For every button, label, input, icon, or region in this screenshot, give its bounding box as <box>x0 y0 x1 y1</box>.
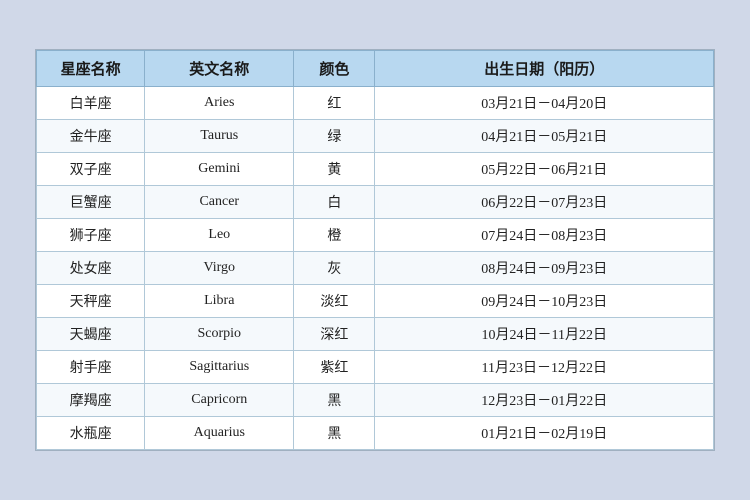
cell-color: 白 <box>294 186 375 219</box>
cell-date: 11月23日－12月22日 <box>375 351 714 384</box>
cell-color: 绿 <box>294 120 375 153</box>
cell-zh-name: 水瓶座 <box>37 417 145 450</box>
cell-color: 深红 <box>294 318 375 351</box>
cell-en-name: Libra <box>145 285 294 318</box>
cell-zh-name: 白羊座 <box>37 87 145 120</box>
cell-color: 黄 <box>294 153 375 186</box>
header-color: 颜色 <box>294 51 375 87</box>
table-row: 水瓶座Aquarius黑01月21日－02月19日 <box>37 417 714 450</box>
cell-en-name: Virgo <box>145 252 294 285</box>
cell-zh-name: 摩羯座 <box>37 384 145 417</box>
cell-date: 09月24日－10月23日 <box>375 285 714 318</box>
cell-zh-name: 金牛座 <box>37 120 145 153</box>
cell-date: 08月24日－09月23日 <box>375 252 714 285</box>
table-row: 天秤座Libra淡红09月24日－10月23日 <box>37 285 714 318</box>
cell-en-name: Aquarius <box>145 417 294 450</box>
cell-en-name: Capricorn <box>145 384 294 417</box>
cell-color: 红 <box>294 87 375 120</box>
cell-en-name: Sagittarius <box>145 351 294 384</box>
table-row: 巨蟹座Cancer白06月22日－07月23日 <box>37 186 714 219</box>
cell-date: 12月23日－01月22日 <box>375 384 714 417</box>
header-date: 出生日期（阳历） <box>375 51 714 87</box>
table-row: 狮子座Leo橙07月24日－08月23日 <box>37 219 714 252</box>
cell-zh-name: 天蝎座 <box>37 318 145 351</box>
table-row: 白羊座Aries红03月21日－04月20日 <box>37 87 714 120</box>
table-header-row: 星座名称 英文名称 颜色 出生日期（阳历） <box>37 51 714 87</box>
table-row: 摩羯座Capricorn黑12月23日－01月22日 <box>37 384 714 417</box>
cell-zh-name: 双子座 <box>37 153 145 186</box>
cell-date: 01月21日－02月19日 <box>375 417 714 450</box>
cell-zh-name: 处女座 <box>37 252 145 285</box>
cell-en-name: Scorpio <box>145 318 294 351</box>
cell-date: 03月21日－04月20日 <box>375 87 714 120</box>
table-row: 双子座Gemini黄05月22日－06月21日 <box>37 153 714 186</box>
table-row: 射手座Sagittarius紫红11月23日－12月22日 <box>37 351 714 384</box>
cell-zh-name: 天秤座 <box>37 285 145 318</box>
cell-color: 黑 <box>294 417 375 450</box>
table-row: 金牛座Taurus绿04月21日－05月21日 <box>37 120 714 153</box>
cell-en-name: Taurus <box>145 120 294 153</box>
table-row: 天蝎座Scorpio深红10月24日－11月22日 <box>37 318 714 351</box>
cell-zh-name: 射手座 <box>37 351 145 384</box>
cell-en-name: Gemini <box>145 153 294 186</box>
header-en-name: 英文名称 <box>145 51 294 87</box>
cell-date: 07月24日－08月23日 <box>375 219 714 252</box>
cell-color: 淡红 <box>294 285 375 318</box>
cell-date: 05月22日－06月21日 <box>375 153 714 186</box>
cell-date: 04月21日－05月21日 <box>375 120 714 153</box>
cell-color: 橙 <box>294 219 375 252</box>
cell-date: 06月22日－07月23日 <box>375 186 714 219</box>
zodiac-table: 星座名称 英文名称 颜色 出生日期（阳历） 白羊座Aries红03月21日－04… <box>36 50 714 450</box>
cell-color: 黑 <box>294 384 375 417</box>
cell-color: 紫红 <box>294 351 375 384</box>
cell-en-name: Aries <box>145 87 294 120</box>
zodiac-table-container: 星座名称 英文名称 颜色 出生日期（阳历） 白羊座Aries红03月21日－04… <box>35 49 715 451</box>
table-row: 处女座Virgo灰08月24日－09月23日 <box>37 252 714 285</box>
cell-en-name: Cancer <box>145 186 294 219</box>
header-zh-name: 星座名称 <box>37 51 145 87</box>
cell-zh-name: 巨蟹座 <box>37 186 145 219</box>
cell-en-name: Leo <box>145 219 294 252</box>
cell-zh-name: 狮子座 <box>37 219 145 252</box>
cell-date: 10月24日－11月22日 <box>375 318 714 351</box>
cell-color: 灰 <box>294 252 375 285</box>
